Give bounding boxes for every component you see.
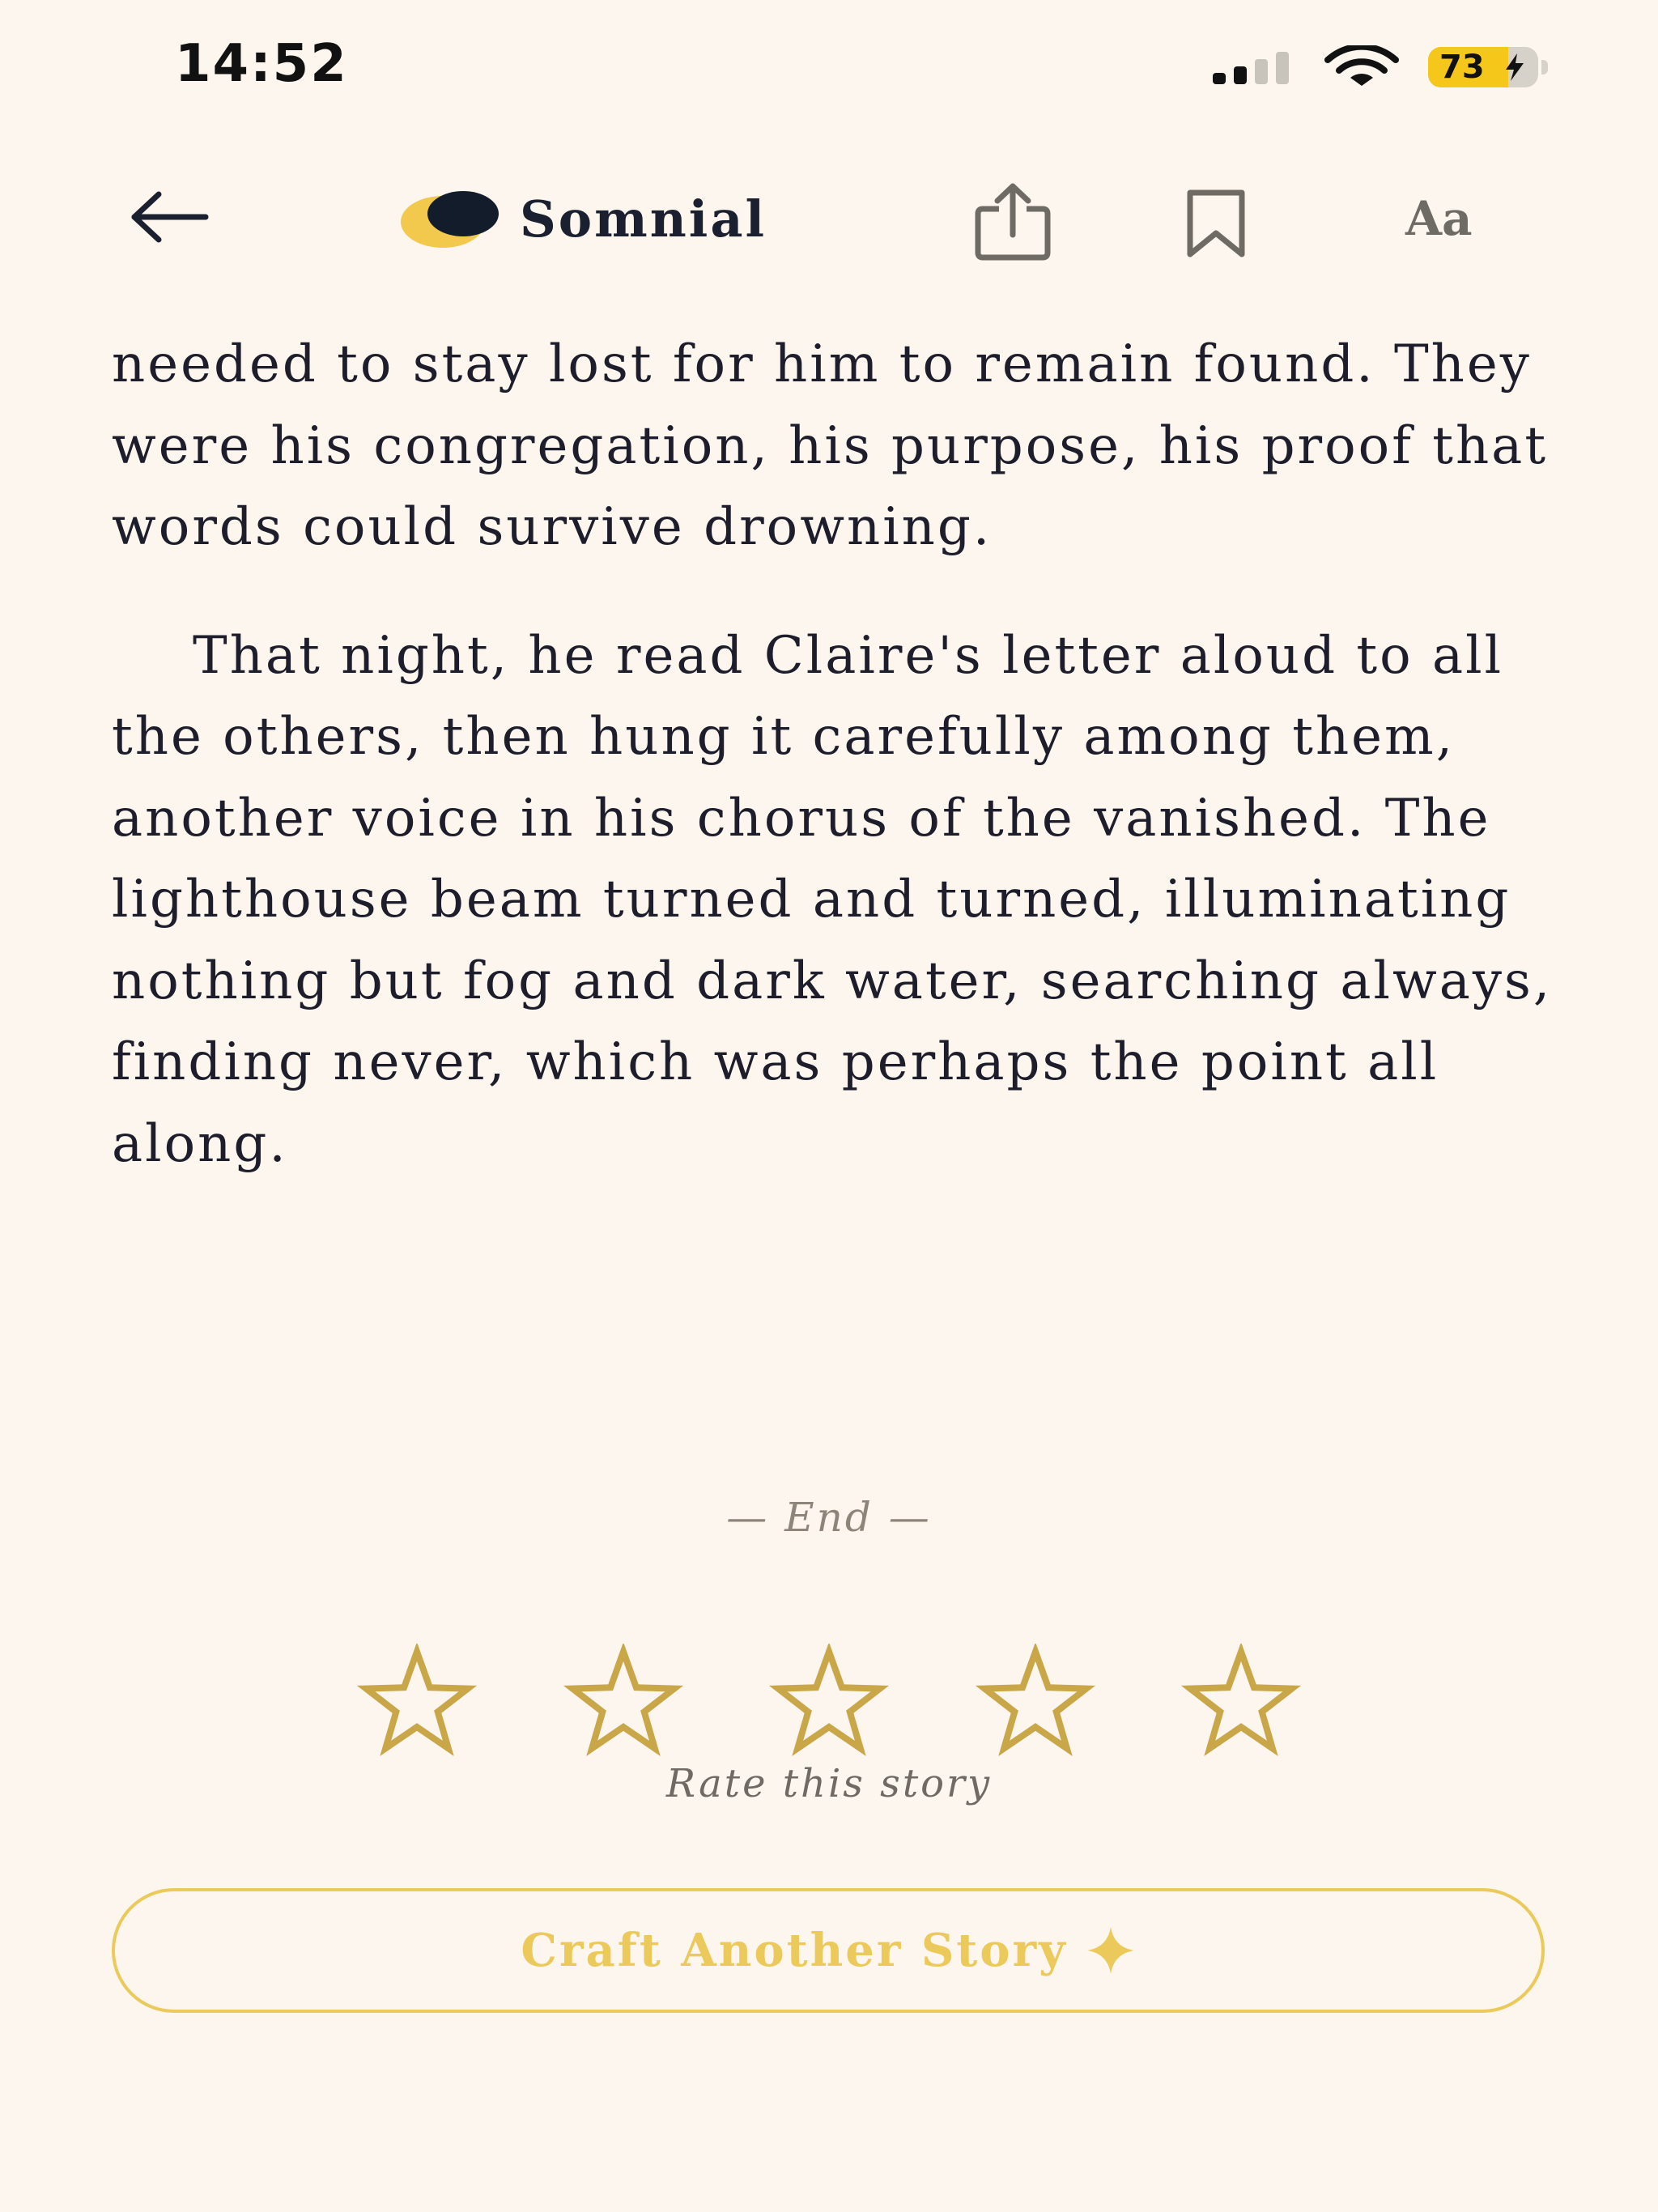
cellular-signal-icon bbox=[1213, 52, 1289, 84]
story-paragraph: That night, he read Claire's letter alou… bbox=[112, 625, 1553, 1174]
charging-bolt-icon bbox=[1506, 53, 1524, 81]
brand-name: Somnial bbox=[520, 189, 767, 249]
star-4-button[interactable] bbox=[975, 1644, 1096, 1757]
star-icon bbox=[356, 1644, 478, 1756]
status-bar: 14:52 73 bbox=[0, 0, 1658, 138]
rate-story-label: Rate this story bbox=[665, 1761, 993, 1806]
app-header: Somnial Aa bbox=[0, 162, 1658, 275]
status-time: 14:52 bbox=[175, 34, 348, 94]
star-rating bbox=[356, 1644, 1302, 1757]
craft-button-label: Craft Another Story bbox=[521, 1924, 1068, 1977]
end-marker: — End — bbox=[726, 1494, 932, 1541]
star-3-button[interactable] bbox=[768, 1644, 890, 1757]
arrow-left-icon bbox=[131, 191, 209, 243]
battery-indicator: 73 bbox=[1428, 47, 1550, 89]
story-paragraph: needed to stay lost for him to remain fo… bbox=[112, 334, 1549, 557]
star-icon bbox=[975, 1644, 1095, 1756]
star-icon bbox=[563, 1644, 683, 1756]
craft-another-story-button[interactable]: Craft Another Story bbox=[112, 1888, 1545, 2013]
font-settings-button[interactable]: Aa bbox=[1405, 186, 1503, 259]
story-content: needed to stay lost for him to remain fo… bbox=[112, 324, 1561, 1185]
battery-percent: 73 bbox=[1439, 49, 1485, 86]
share-icon bbox=[975, 183, 1051, 261]
wifi-icon bbox=[1324, 45, 1399, 86]
moon-eclipse-icon bbox=[401, 191, 499, 248]
star-5-button[interactable] bbox=[1180, 1644, 1302, 1757]
star-1-button[interactable] bbox=[356, 1644, 478, 1757]
back-button[interactable] bbox=[121, 185, 219, 249]
bookmark-button[interactable] bbox=[1175, 186, 1256, 259]
share-button[interactable] bbox=[968, 181, 1057, 262]
star-icon bbox=[1180, 1644, 1302, 1756]
sparkle-icon bbox=[1086, 1927, 1134, 1974]
star-icon bbox=[768, 1644, 890, 1756]
star-2-button[interactable] bbox=[563, 1644, 684, 1757]
brand: Somnial bbox=[398, 178, 767, 259]
bookmark-icon bbox=[1187, 189, 1245, 257]
